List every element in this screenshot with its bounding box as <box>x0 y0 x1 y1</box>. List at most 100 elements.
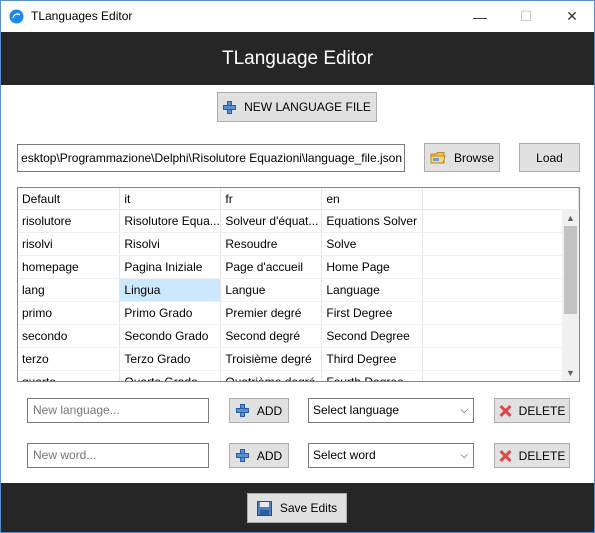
column-header[interactable]: it <box>119 188 222 210</box>
browse-label: Browse <box>453 150 494 165</box>
load-label: Load <box>536 150 563 165</box>
grid-cell[interactable]: homepage <box>18 255 121 279</box>
grid-cell[interactable]: Premier degré <box>220 301 323 325</box>
header-banner: TLanguage Editor <box>1 32 594 85</box>
table-row[interactable]: lang Lingua Langue Language <box>18 278 579 302</box>
grid-cell[interactable]: Solveur d'équat... <box>220 209 323 233</box>
minimize-button[interactable]: — <box>457 1 503 32</box>
grid-cell[interactable]: Troisième degré <box>220 347 323 371</box>
grid-cell[interactable]: Home Page <box>321 255 424 279</box>
translation-grid[interactable]: Default it fr en risolutore Risolutore Equa.… <box>17 187 580 382</box>
delete-icon <box>499 405 511 417</box>
save-icon <box>256 500 272 516</box>
grid-cell[interactable]: Lingua <box>119 278 222 302</box>
grid-cell-empty <box>422 232 579 256</box>
grid-cell[interactable]: First Degree <box>321 301 424 325</box>
grid-cell-empty <box>422 301 579 325</box>
new-word-input[interactable]: New word... <box>27 443 209 468</box>
table-row[interactable]: primo Primo Grado Premier degré First Degre… <box>18 301 579 325</box>
add-word-button[interactable]: ADD <box>229 443 289 468</box>
column-header[interactable]: Default <box>18 188 121 210</box>
plus-icon <box>235 449 249 462</box>
select-language-dropdown[interactable]: Select language ⌵ <box>308 398 474 423</box>
grid-cell-empty <box>422 255 579 279</box>
scroll-up-arrow-icon[interactable]: ▲ <box>562 209 579 226</box>
maximize-button[interactable]: ☐ <box>503 1 549 32</box>
grid-cell[interactable]: risolvi <box>18 232 121 256</box>
select-word-dropdown[interactable]: Select word ⌵ <box>308 443 474 468</box>
delete-word-button[interactable]: DELETE <box>494 443 570 468</box>
grid-cell[interactable]: Third Degree <box>321 347 424 371</box>
delete-language-label: DELETE <box>518 403 566 418</box>
plus-icon <box>235 404 249 417</box>
table-row[interactable]: risolutore Risolutore Equa... Solveur d'éq… <box>18 209 579 233</box>
load-button[interactable]: Load <box>519 143 580 172</box>
add-language-button[interactable]: ADD <box>229 398 289 423</box>
grid-table: Default it fr en risolutore Risolutore Equa.… <box>18 188 579 381</box>
grid-cell-empty <box>422 209 579 233</box>
add-language-label: ADD <box>256 403 283 418</box>
grid-cell[interactable]: Language <box>321 278 424 302</box>
grid-cell[interactable]: secondo <box>18 324 121 348</box>
select-language-value: Select language <box>313 403 400 417</box>
browse-button[interactable]: Browse <box>424 143 500 172</box>
delete-language-button[interactable]: DELETE <box>494 398 570 423</box>
save-edits-button[interactable]: Save Edits <box>247 493 347 523</box>
grid-cell[interactable]: lang <box>18 278 121 302</box>
app-icon <box>9 9 24 24</box>
table-row[interactable]: secondo Secondo Grado Second degré Second D… <box>18 324 579 348</box>
scroll-down-arrow-icon[interactable]: ▼ <box>562 364 579 381</box>
chevron-down-icon: ⌵ <box>460 405 468 416</box>
grid-cell[interactable]: Quarto Grado <box>119 370 222 381</box>
grid-cell[interactable]: Second degré <box>220 324 323 348</box>
delete-icon <box>499 450 511 462</box>
grid-cell[interactable]: terzo <box>18 347 121 371</box>
column-header[interactable]: en <box>321 188 424 210</box>
table-row[interactable]: risolvi Risolvi Resoudre Solve <box>18 232 579 256</box>
grid-cell[interactable]: Terzo Grado <box>119 347 222 371</box>
delete-word-label: DELETE <box>518 448 566 463</box>
file-path-field[interactable]: esktop\Programmazione\Delphi\Risolutore … <box>17 144 405 172</box>
grid-cell[interactable]: Langue <box>220 278 323 302</box>
select-word-value: Select word <box>313 448 376 462</box>
header-title: TLanguage Editor <box>221 47 374 69</box>
new-language-file-label: NEW LANGUAGE FILE <box>244 100 371 114</box>
grid-cell[interactable]: Risolutore Equa... <box>119 209 222 233</box>
grid-cell[interactable]: Equations Solver <box>321 209 424 233</box>
grid-cell[interactable]: Quatrième degré <box>220 370 323 381</box>
table-row[interactable]: terzo Terzo Grado Troisième degré Third Deg… <box>18 347 579 371</box>
grid-cell[interactable]: Pagina Iniziale <box>119 255 222 279</box>
grid-cell[interactable]: Primo Grado <box>119 301 222 325</box>
plus-icon <box>223 100 237 114</box>
grid-cell[interactable]: Secondo Grado <box>119 324 222 348</box>
grid-header-row: Default it fr en <box>18 188 579 210</box>
column-header[interactable]: fr <box>220 188 323 210</box>
grid-cell[interactable]: quarto <box>18 370 121 381</box>
window-title: TLanguages Editor <box>31 9 133 23</box>
grid-cell-empty <box>422 278 579 302</box>
grid-cell-empty <box>422 370 579 381</box>
grid-cell[interactable]: risolutore <box>18 209 121 233</box>
grid-cell[interactable]: Resoudre <box>220 232 323 256</box>
column-header-empty <box>422 188 579 210</box>
grid-cell[interactable]: primo <box>18 301 121 325</box>
title-bar[interactable]: TLanguages Editor — ☐ ✕ <box>1 1 594 32</box>
grid-cell[interactable]: Fourth Degree <box>321 370 424 381</box>
close-button[interactable]: ✕ <box>549 1 595 32</box>
grid-cell-empty <box>422 347 579 371</box>
minimize-icon: — <box>473 8 487 25</box>
table-row[interactable]: quarto Quarto Grado Quatrième degré Fourth … <box>18 370 579 381</box>
vertical-scrollbar[interactable]: ▲ ▼ <box>562 209 579 381</box>
chevron-down-icon: ⌵ <box>460 450 468 461</box>
table-row[interactable]: homepage Pagina Iniziale Page d'accueil Hom… <box>18 255 579 279</box>
grid-cell[interactable]: Page d'accueil <box>220 255 323 279</box>
scroll-thumb[interactable] <box>564 226 577 314</box>
new-language-file-button[interactable]: NEW LANGUAGE FILE <box>217 92 377 122</box>
grid-cell[interactable]: Solve <box>321 232 424 256</box>
new-language-input[interactable]: New language... <box>27 398 209 423</box>
grid-cell[interactable]: Second Degree <box>321 324 424 348</box>
grid-cell[interactable]: Risolvi <box>119 232 222 256</box>
save-edits-label: Save Edits <box>279 501 338 515</box>
close-icon: ✕ <box>566 8 578 24</box>
maximize-icon: ☐ <box>519 8 533 24</box>
